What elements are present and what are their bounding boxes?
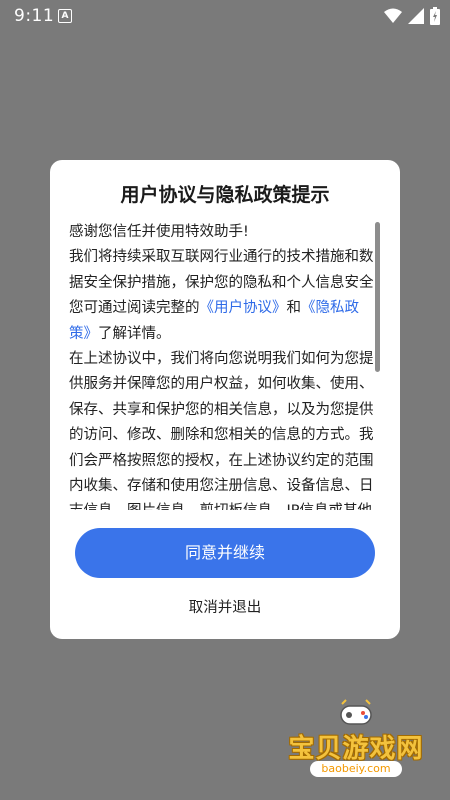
battery-icon	[430, 7, 440, 25]
watermark-logo: 宝贝游戏网 baobeiy.com	[286, 698, 426, 778]
greeting-text: 感谢您信任并使用特效助手!	[69, 224, 249, 240]
scrollbar-thumb[interactable]	[375, 222, 380, 372]
signal-icon	[408, 8, 424, 24]
system-icons	[384, 6, 440, 26]
watermark-url: baobeiy.com	[310, 761, 402, 777]
and-text: 和	[286, 300, 302, 317]
dialog-title: 用户协议与隐私政策提示	[120, 184, 330, 206]
privacy-dialog: 用户协议与隐私政策提示 感谢您信任并使用特效助手! 我们将持续采取互联网行业通行…	[50, 160, 400, 639]
agree-button[interactable]: 同意并继续	[75, 528, 375, 578]
agreement-text[interactable]: 感谢您信任并使用特效助手! 我们将持续采取互联网行业通行的技术措施和数据安全保护…	[69, 220, 374, 510]
user-agreement-link[interactable]: 《用户协议》	[200, 300, 287, 316]
wifi-icon	[384, 8, 402, 23]
status-time: 9:11	[14, 6, 55, 26]
cancel-button[interactable]: 取消并退出	[50, 596, 400, 617]
status-bar: 9:11 A	[0, 0, 450, 32]
scrollbar[interactable]	[375, 222, 380, 507]
intro-paragraph: 我们将持续采取互联网行业通行的技术措施和数据安全保护措施，保护您的隐私和个人信息…	[69, 245, 374, 347]
details-paragraph: 在上述协议中，我们将向您说明我们如何为您提供服务并保障您的用户权益，如何收集、使…	[69, 351, 374, 510]
intro-end-text: 了解详情。	[98, 325, 171, 342]
notification-a-icon: A	[58, 9, 72, 23]
watermark-text: 宝贝游戏网	[288, 734, 424, 764]
gamepad-icon	[340, 699, 372, 725]
